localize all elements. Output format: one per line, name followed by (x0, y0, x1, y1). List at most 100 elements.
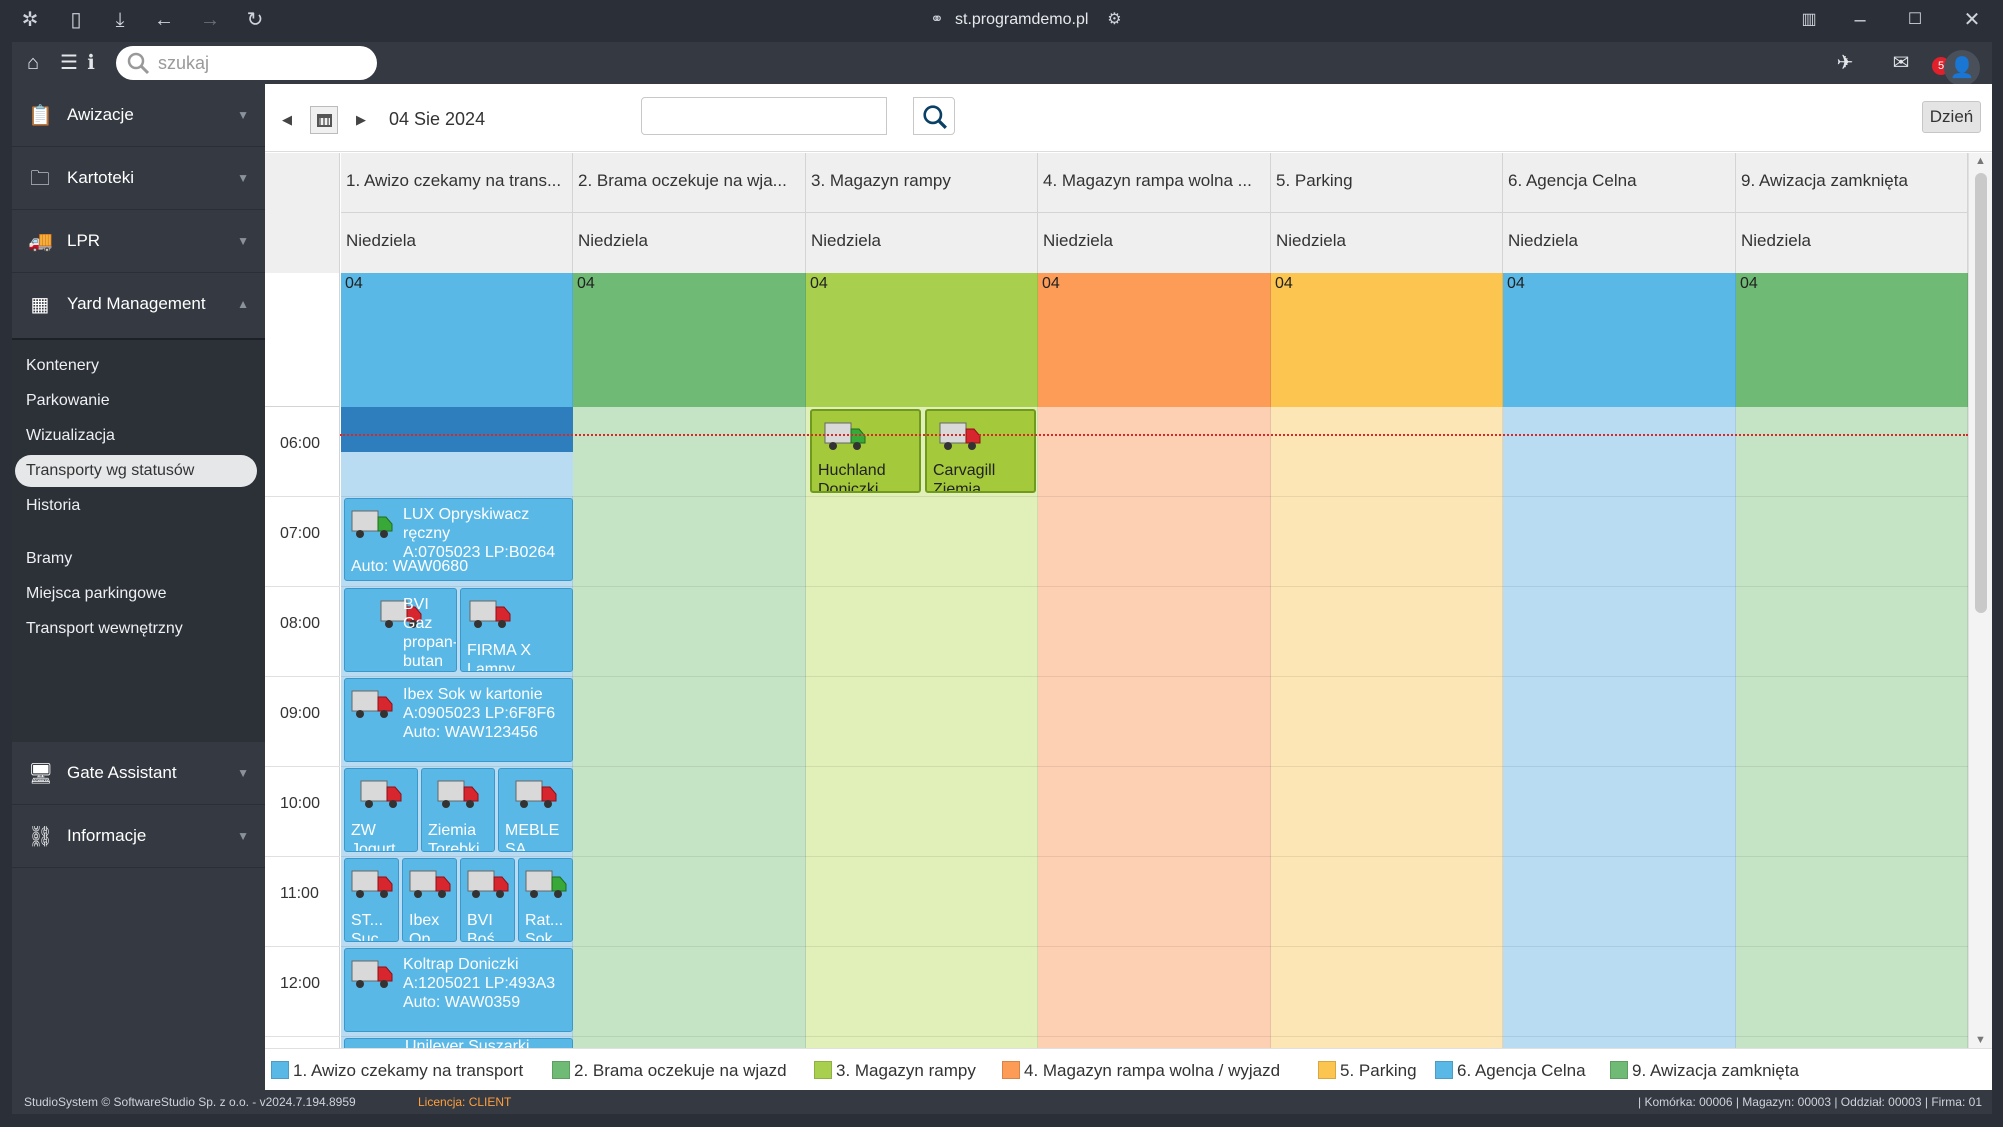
column-body-2[interactable] (573, 407, 806, 1048)
sitemap-icon: ⛓ (28, 826, 54, 848)
column-body-3[interactable] (806, 407, 1038, 1048)
day-view-button[interactable]: Dzień (1922, 101, 1981, 133)
close-icon[interactable]: ✕ (1960, 8, 1984, 32)
event-lux[interactable]: LUX Opryskiwacz ręczny A:0705023 LP:B0264… (344, 498, 573, 581)
browser-logo-icon[interactable]: ✲ (18, 8, 42, 32)
license-text: Licencja: CLIENT (418, 1095, 512, 1109)
event-ibex[interactable]: Ibex Sok w kartonie A:0905023 LP:6F8F6 Aut… (344, 678, 573, 762)
allday-cell-3[interactable]: 04 (806, 273, 1038, 407)
site-settings-icon[interactable]: ⚙ (1102, 8, 1126, 32)
allday-cell-6[interactable]: 04 (1503, 273, 1736, 407)
legend-swatch (552, 1061, 570, 1079)
column-header-5[interactable]: 5. Parking (1271, 153, 1503, 213)
column-header-6[interactable]: 6. Agencja Celna (1503, 153, 1736, 213)
event-auto: Auto: WAW123456 (403, 724, 538, 741)
sidebar-item-bramy[interactable]: Bramy (26, 543, 72, 575)
plane-takeoff-icon[interactable]: ✈ (1832, 51, 1858, 75)
column-body-6[interactable] (1503, 407, 1736, 1048)
sidebar-item-wizualizacja[interactable]: Wizualizacja (26, 420, 115, 452)
search-input[interactable] (158, 50, 358, 76)
column-body-4[interactable] (1038, 407, 1271, 1048)
event-huchland[interactable]: Huchland Doniczki (810, 409, 921, 493)
legend-item: 3. Magazyn rampy (814, 1061, 976, 1081)
hour-divider (265, 766, 340, 767)
event-meble[interactable]: MEBLE SA (498, 768, 573, 852)
event-ziemia[interactable]: Ziemia Torebki (421, 768, 495, 852)
legend-label: 3. Magazyn rampy (836, 1061, 976, 1080)
event-text: Koltrap Doniczki A:1205021 LP:493A3 Auto: … (403, 955, 568, 1012)
forward-icon[interactable]: → (198, 8, 222, 32)
event-unilever[interactable]: Unilever Suszarki (344, 1038, 573, 1048)
event-text: ZW Jogurt (351, 822, 396, 852)
checkerboard-icon: ▦ (30, 294, 50, 316)
allday-cell-7[interactable]: 04 (1736, 273, 1968, 407)
event-st[interactable]: ST... Suc (344, 858, 399, 942)
info-icon[interactable]: ℹ (84, 51, 98, 75)
event-text: Rat... Sok (525, 912, 564, 942)
download-icon[interactable]: ⤓ (108, 8, 132, 32)
sidebar-item-transport-wewnetrzny[interactable]: Transport wewnętrzny (26, 613, 183, 645)
event-zw[interactable]: ZW Jogurt (344, 768, 418, 852)
column-body-5[interactable] (1271, 407, 1503, 1048)
hour-divider (265, 856, 340, 857)
column-header-2[interactable]: 2. Brama oczekuje na wja... (573, 153, 806, 213)
back-icon[interactable]: ← (152, 8, 176, 32)
event-bvi[interactable]: BVI Gaz propan-butan (344, 588, 457, 672)
scroll-up-icon[interactable]: ▲ (1975, 155, 1986, 167)
address-bar[interactable]: ⚭ st.programdemo.pl ⚙ (925, 8, 1126, 32)
event-text: Unilever Suszarki (405, 1038, 530, 1048)
maximize-icon[interactable]: ☐ (1903, 8, 1927, 32)
column-header-1[interactable]: 1. Awizo czekamy na trans... (341, 153, 573, 213)
event-carvagill[interactable]: Carvagill Ziemia (925, 409, 1036, 493)
allday-cell-4[interactable]: 04 (1038, 273, 1271, 407)
prev-day-button[interactable]: ◀ (279, 112, 295, 128)
timeslot-shade (341, 452, 573, 496)
event-bvi-2[interactable]: BVI Boś (460, 858, 515, 942)
column-body-7[interactable] (1736, 407, 1968, 1048)
user-avatar-icon[interactable]: 👤 (1944, 50, 1980, 86)
home-icon[interactable]: ⌂ (20, 51, 46, 75)
sidebar: 📋 Awizacje ▼ 🗀 Kartoteki ▼ 🚚 LPR ▼ ▦ Yar… (12, 84, 265, 1090)
column-header-3[interactable]: 3. Magazyn rampy (806, 153, 1038, 213)
sidebar-item-transporty-wg-statusow[interactable]: Transporty wg statusów (15, 455, 257, 487)
scroll-down-icon[interactable]: ▼ (1975, 1034, 1986, 1046)
reload-icon[interactable]: ↻ (243, 8, 267, 32)
next-day-button[interactable]: ▶ (353, 112, 369, 128)
menu-lpr[interactable]: 🚚 LPR ▼ (12, 210, 265, 273)
calendar-search-input[interactable] (641, 97, 887, 135)
sidebar-item-parkowanie[interactable]: Parkowanie (26, 385, 110, 417)
column-header-4[interactable]: 4. Magazyn rampa wolna ... (1038, 153, 1271, 213)
legend-swatch (1002, 1061, 1020, 1079)
sidebar-item-kontenery[interactable]: Kontenery (26, 350, 99, 382)
menu-label: Kartoteki (67, 168, 135, 187)
day-header-2: Niedziela (573, 213, 806, 273)
day-header-4: Niedziela (1038, 213, 1271, 273)
column-header-7[interactable]: 9. Awizacja zamknięta (1736, 153, 1968, 213)
mail-icon[interactable]: ✉ (1888, 51, 1914, 75)
menu-yard-management[interactable]: ▦ Yard Management ▲ (12, 273, 265, 340)
event-firma-x[interactable]: FIRMA X Lampy (460, 588, 573, 672)
calendar-search-button[interactable] (913, 97, 955, 135)
calendar-picker-button[interactable] (310, 106, 338, 134)
event-rat[interactable]: Rat... Sok (518, 858, 573, 942)
sidebar-item-historia[interactable]: Historia (26, 490, 80, 522)
menu-label: Yard Management (67, 294, 206, 313)
menu-gate-assistant[interactable]: 🖥 Gate Assistant ▼ (12, 742, 265, 805)
allday-cell-5[interactable]: 04 (1271, 273, 1503, 407)
menu-awizacje[interactable]: 📋 Awizacje ▼ (12, 84, 265, 147)
menu-informacje[interactable]: ⛓ Informacje ▼ (12, 805, 265, 868)
split-view-icon[interactable]: ▥ (1797, 8, 1821, 32)
calendar-scrollbar[interactable]: ▲ ▼ (1968, 153, 1992, 1048)
event-koltrap[interactable]: Koltrap Doniczki A:1205021 LP:493A3 Auto: … (344, 948, 573, 1032)
menu-kartoteki[interactable]: 🗀 Kartoteki ▼ (12, 147, 265, 210)
event-ibex-2[interactable]: Ibex Op (402, 858, 457, 942)
sidebar-toggle-icon[interactable]: ▯ (64, 8, 88, 32)
global-search[interactable] (116, 46, 377, 80)
event-text: BVI Boś (467, 912, 495, 942)
minimize-icon[interactable]: – (1848, 8, 1872, 32)
scrollbar-thumb[interactable] (1975, 173, 1987, 613)
allday-cell-2[interactable]: 04 (573, 273, 806, 407)
sidebar-item-miejsca-parkingowe[interactable]: Miejsca parkingowe (26, 578, 167, 610)
allday-cell-1[interactable]: 04 (341, 273, 573, 407)
list-indent-icon[interactable]: ☰ (56, 51, 82, 75)
